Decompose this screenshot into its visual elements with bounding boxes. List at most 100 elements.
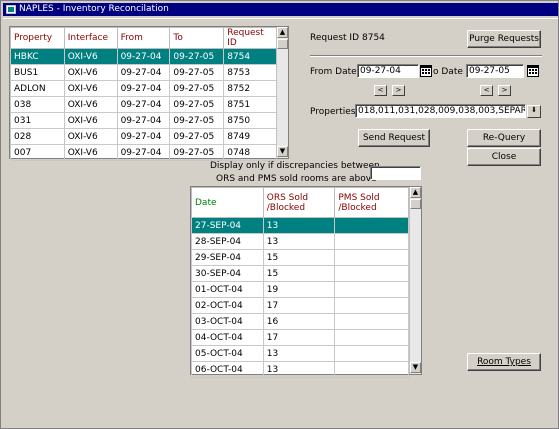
table-cell: 05-OCT-04: [191, 345, 264, 362]
table-cell: [334, 361, 409, 378]
table-cell: 28-SEP-04: [191, 233, 264, 250]
discrepancy-threshold-input[interactable]: [370, 166, 421, 180]
table-row[interactable]: BUS1 OXI-V6 09-27-04 09-27-05 8753: [10, 64, 277, 81]
table-row[interactable]: 27-SEP-04 13: [191, 217, 409, 234]
requests-grid: Property Interface From To Request ID HB…: [9, 26, 289, 161]
table-cell: [334, 297, 409, 314]
to-calendar-icon[interactable]: [527, 65, 539, 77]
table-cell: 02-OCT-04: [191, 297, 264, 314]
table-cell: 13: [262, 361, 336, 378]
table-row[interactable]: ADLON OXI-V6 09-27-04 09-27-05 8752: [10, 80, 277, 97]
from-date-prev-icon[interactable]: <: [374, 85, 387, 96]
table-row[interactable]: 04-OCT-04 17: [191, 329, 409, 346]
requests-scrollbar[interactable]: ▲ ▼: [276, 27, 288, 158]
table-cell: 09-27-04: [116, 64, 171, 81]
col-date-header[interactable]: Date: [191, 187, 264, 218]
room-types-button[interactable]: Room Types: [467, 353, 541, 371]
table-row[interactable]: 028 OXI-V6 09-27-04 09-27-05 8749: [10, 128, 277, 145]
scroll-down-icon[interactable]: ▼: [410, 362, 421, 373]
table-cell: 8751: [223, 96, 277, 113]
filter-label-line1: Display only if discrepancies between: [210, 161, 380, 171]
inventory-reconciliation-window: NAPLES - Inventory Reconcilation Propert…: [0, 0, 559, 429]
col-request-id-header[interactable]: Request ID: [223, 27, 277, 49]
scroll-up-icon[interactable]: ▲: [410, 187, 421, 198]
table-cell: 13: [262, 217, 336, 234]
to-date-prev-icon[interactable]: <: [480, 85, 493, 96]
requery-button[interactable]: Re-Query: [467, 129, 541, 147]
main-panel: Property Interface From To Request ID HB…: [3, 18, 558, 428]
properties-field[interactable]: 018,011,031,028,009,038,003,SEPARA,(: [355, 104, 526, 118]
col-from-header[interactable]: From: [116, 27, 171, 49]
table-cell: 27-SEP-04: [191, 217, 264, 234]
close-button[interactable]: Close: [467, 148, 541, 166]
table-cell: 09-27-05: [169, 80, 225, 97]
table-cell: 09-27-05: [169, 64, 225, 81]
col-ors-sold-header[interactable]: ORS Sold /Blocked: [262, 187, 336, 218]
table-row[interactable]: 007 OXI-V6 09-27-04 09-27-05 0748: [10, 144, 277, 161]
filter-label-line2: ORS and PMS sold rooms are above: [216, 174, 377, 184]
table-cell: [334, 249, 409, 266]
table-cell: 8749: [223, 128, 277, 145]
table-row[interactable]: HBKC OXI-V6 09-27-04 09-27-05 8754: [10, 48, 277, 65]
rooms-grid: Date ORS Sold /Blocked PMS Sold /Blocked…: [190, 186, 422, 378]
table-cell: OXI-V6: [63, 112, 118, 129]
table-cell: 29-SEP-04: [191, 249, 264, 266]
table-cell: 8754: [223, 48, 277, 65]
table-cell: 13: [262, 345, 336, 362]
table-cell: [334, 265, 409, 282]
table-row[interactable]: 031 OXI-V6 09-27-04 09-27-05 8750: [10, 112, 277, 129]
table-cell: 01-OCT-04: [191, 281, 264, 298]
scroll-up-icon[interactable]: ▲: [277, 27, 288, 38]
table-cell: [334, 281, 409, 298]
table-cell: 16: [262, 313, 336, 330]
table-cell: OXI-V6: [63, 144, 118, 161]
scroll-thumb[interactable]: [410, 199, 421, 209]
window-title: NAPLES - Inventory Reconcilation: [19, 4, 169, 14]
col-property-header[interactable]: Property: [10, 27, 65, 49]
table-row[interactable]: 06-OCT-04 13: [191, 361, 409, 378]
to-date-field[interactable]: 09-27-05: [466, 64, 524, 78]
table-cell: 8753: [223, 64, 277, 81]
table-cell: [334, 329, 409, 346]
from-date-next-icon[interactable]: >: [392, 85, 405, 96]
requests-header-row: Property Interface From To Request ID: [10, 27, 277, 49]
table-cell: 09-27-04: [116, 96, 171, 113]
table-cell: 09-27-04: [116, 48, 171, 65]
table-cell: 13: [262, 233, 336, 250]
table-row[interactable]: 29-SEP-04 15: [191, 249, 409, 266]
requests-table: Property Interface From To Request ID HB…: [10, 27, 277, 161]
table-cell: 028: [10, 128, 65, 145]
app-icon: [6, 5, 16, 14]
table-cell: 031: [10, 112, 65, 129]
from-date-field[interactable]: 09-27-04: [357, 64, 419, 78]
table-row[interactable]: 30-SEP-04 15: [191, 265, 409, 282]
table-cell: 15: [262, 249, 336, 266]
table-row[interactable]: 28-SEP-04 13: [191, 233, 409, 250]
request-id-label: Request ID: [310, 33, 360, 43]
table-row[interactable]: 02-OCT-04 17: [191, 297, 409, 314]
from-calendar-icon[interactable]: [420, 65, 432, 77]
properties-dropdown-icon[interactable]: ⬇: [527, 105, 541, 118]
table-cell: 09-27-04: [116, 80, 171, 97]
table-cell: 04-OCT-04: [191, 329, 264, 346]
send-request-button[interactable]: Send Request: [358, 129, 430, 147]
rooms-scrollbar[interactable]: ▲ ▼: [409, 187, 421, 374]
table-cell: 17: [262, 297, 336, 314]
table-cell: [334, 345, 409, 362]
table-cell: OXI-V6: [63, 64, 118, 81]
table-cell: 09-27-05: [169, 128, 225, 145]
col-to-header[interactable]: To: [169, 27, 225, 49]
table-row[interactable]: 038 OXI-V6 09-27-04 09-27-05 8751: [10, 96, 277, 113]
col-interface-header[interactable]: Interface: [63, 27, 118, 49]
to-date-next-icon[interactable]: >: [498, 85, 511, 96]
table-row[interactable]: 05-OCT-04 13: [191, 345, 409, 362]
scroll-thumb[interactable]: [277, 39, 288, 49]
table-row[interactable]: 01-OCT-04 19: [191, 281, 409, 298]
purge-requests-button[interactable]: Purge Requests: [467, 30, 541, 48]
table-row[interactable]: 03-OCT-04 16: [191, 313, 409, 330]
scroll-down-icon[interactable]: ▼: [277, 146, 288, 157]
table-cell: 09-27-04: [116, 128, 171, 145]
table-cell: OXI-V6: [63, 128, 118, 145]
table-cell: 19: [262, 281, 336, 298]
col-pms-sold-header[interactable]: PMS Sold /Blocked: [334, 187, 409, 218]
